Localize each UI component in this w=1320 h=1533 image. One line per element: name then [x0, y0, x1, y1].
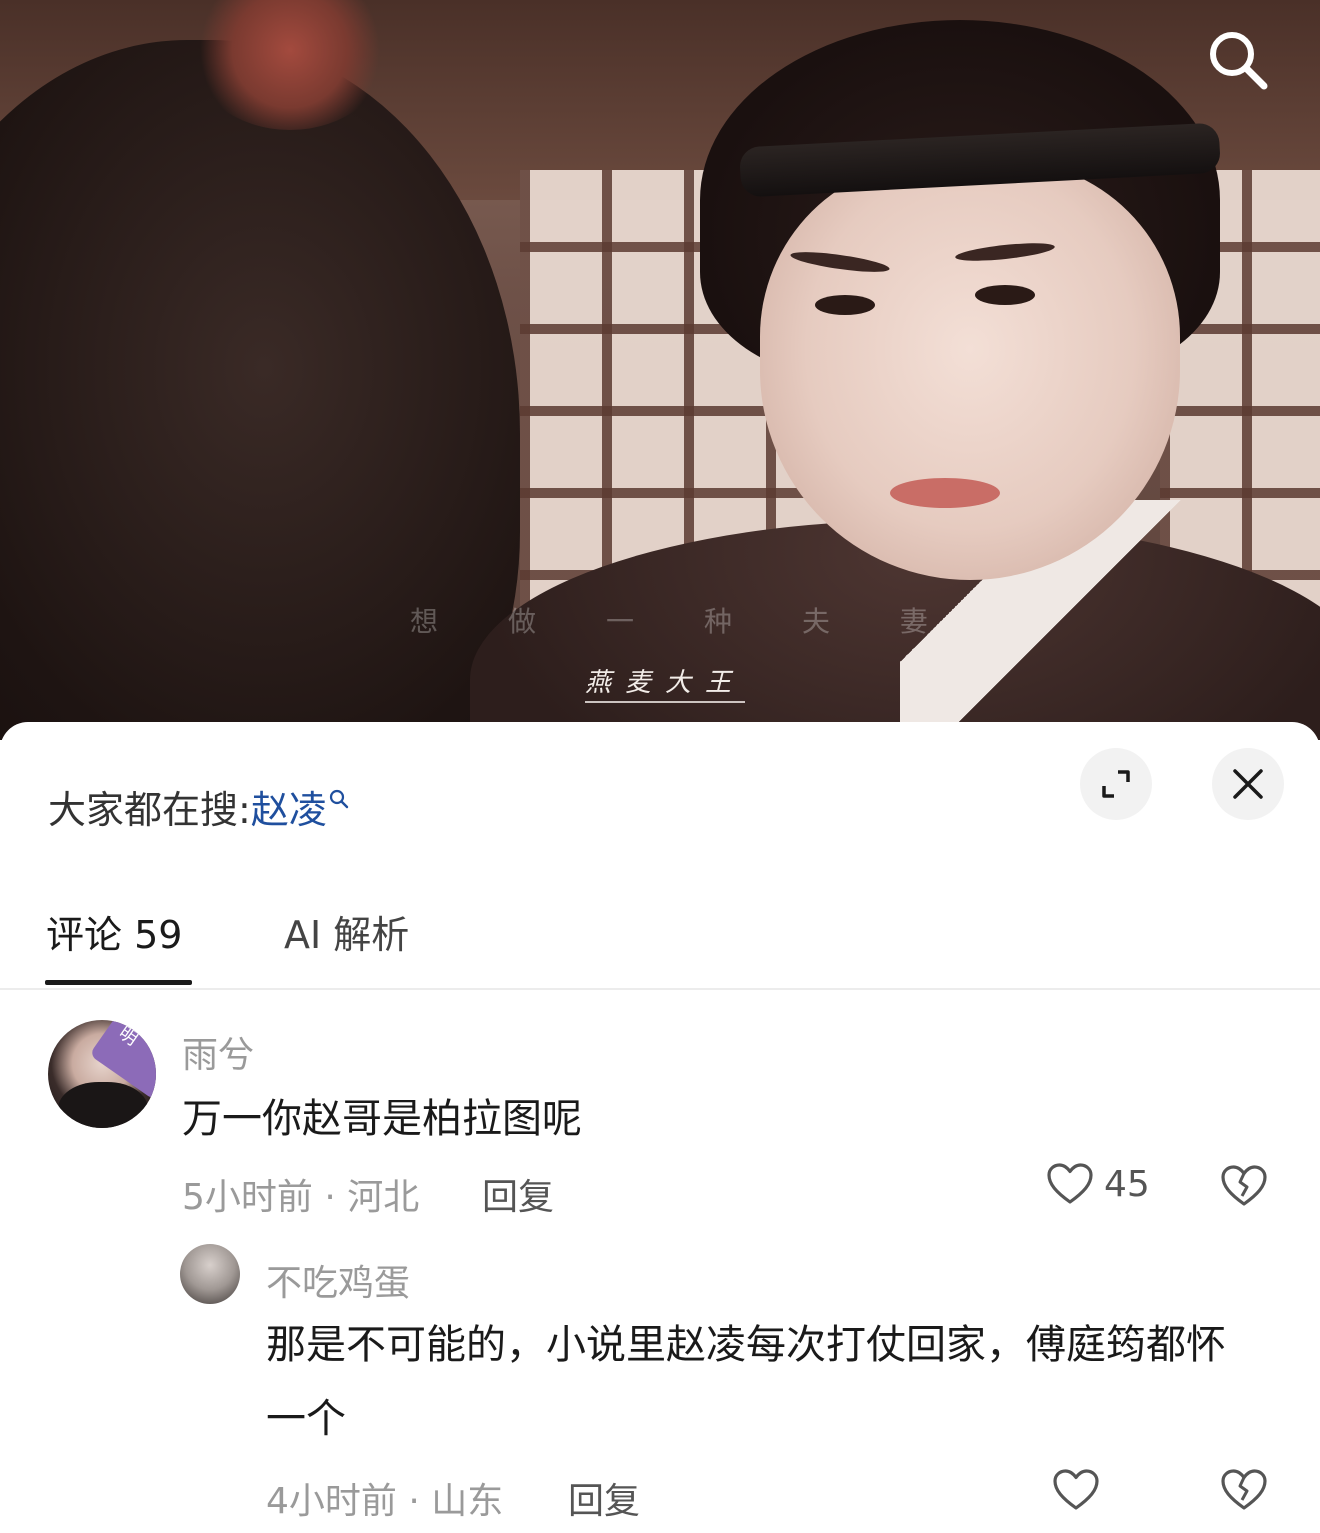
- lips: [890, 478, 1000, 508]
- hot-search-label: 大家都在搜:: [48, 788, 251, 832]
- comment-author[interactable]: 雨兮: [182, 1026, 254, 1078]
- man-face-figure: [760, 160, 1180, 580]
- expand-button[interactable]: [1080, 748, 1152, 820]
- avatar[interactable]: 明: [48, 1020, 156, 1128]
- like-button[interactable]: [1052, 1468, 1100, 1512]
- hot-search-keyword[interactable]: 赵凌: [251, 788, 327, 832]
- tab-ai-analysis[interactable]: AI 解析: [284, 904, 409, 959]
- subtitle-char: 一: [605, 605, 636, 638]
- subtitle-char: 种: [703, 605, 734, 638]
- video-subtitle: 想 做 一 种 夫 妻: [410, 600, 930, 640]
- close-button[interactable]: [1212, 748, 1284, 820]
- dislike-button[interactable]: [1220, 1468, 1268, 1516]
- broken-heart-icon: [1221, 1469, 1267, 1510]
- hot-search-bar[interactable]: 大家都在搜:赵凌: [48, 774, 349, 834]
- heart-icon: [1053, 1469, 1099, 1510]
- reply-meta: 4小时前 · 山东: [266, 1481, 504, 1522]
- reply-button[interactable]: 回复: [568, 1472, 640, 1524]
- broken-heart-icon: [1221, 1165, 1267, 1206]
- comment-meta: 5小时前 · 河北: [182, 1177, 420, 1218]
- mini-search-icon: [329, 774, 349, 818]
- search-button[interactable]: [1200, 22, 1276, 98]
- video-player[interactable]: 想 做 一 种 夫 妻 燕麦大王: [0, 0, 1320, 740]
- like-button[interactable]: 45: [1046, 1162, 1150, 1206]
- avatar[interactable]: [180, 1244, 240, 1304]
- subtitle-char: 夫: [801, 605, 832, 638]
- subtitle-char: 妻: [899, 605, 930, 638]
- video-watermark: 燕麦大王: [585, 662, 746, 703]
- subtitle-char: 想: [410, 605, 441, 638]
- active-tab-indicator: [45, 980, 192, 985]
- tab-comments[interactable]: 评论 59: [46, 904, 182, 959]
- dislike-button[interactable]: [1220, 1164, 1268, 1212]
- search-icon: [1210, 32, 1268, 90]
- tab-bar: 评论 59 AI 解析: [0, 892, 1320, 990]
- like-count: 45: [1104, 1163, 1150, 1205]
- right-eye: [975, 285, 1035, 305]
- close-icon: [1233, 769, 1263, 799]
- reply-text: 那是不可能的，小说里赵凌每次打仗回家，傅庭筠都怀一个: [266, 1322, 1226, 1442]
- left-eye: [815, 295, 875, 315]
- comment-text: 万一你赵哥是柏拉图呢: [182, 1096, 582, 1142]
- comment-sheet: 大家都在搜:赵凌 评论 59 AI 解析 明 雨兮 万一你赵哥是柏拉图呢 5小时…: [0, 722, 1320, 1533]
- expand-icon: [1102, 770, 1130, 798]
- reply-button[interactable]: 回复: [482, 1168, 554, 1220]
- reply-author[interactable]: 不吃鸡蛋: [266, 1254, 410, 1306]
- avatar-helmet: [58, 1082, 148, 1128]
- heart-icon: [1047, 1163, 1093, 1204]
- subtitle-char: 做: [507, 605, 538, 638]
